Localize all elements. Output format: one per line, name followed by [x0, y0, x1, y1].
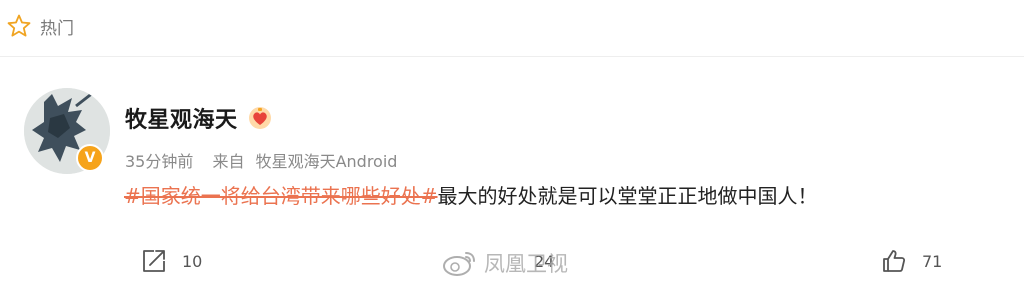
post-text: 最大的好处就是可以堂堂正正地做中国人！ — [437, 184, 818, 208]
hot-label: 热门 — [40, 18, 74, 39]
comment-button[interactable]: 24 — [520, 244, 554, 278]
repost-count: 10 — [182, 251, 203, 271]
verified-badge: V — [76, 144, 104, 172]
repost-button[interactable]: 10 — [140, 244, 202, 278]
source-name: 牧星观海天Android — [255, 152, 398, 171]
divider — [0, 56, 1024, 57]
action-bar: 10 24 71 — [0, 244, 1024, 278]
thumbs-up-icon — [880, 247, 908, 275]
share-icon — [140, 247, 168, 275]
post-meta: 35分钟前 来自 牧星观海天Android — [125, 148, 397, 172]
like-count: 71 — [922, 251, 943, 271]
comment-count: 24 — [534, 251, 555, 271]
avatar[interactable]: V — [24, 88, 110, 174]
username[interactable]: 牧星观海天 — [125, 102, 238, 134]
post-time[interactable]: 35分钟前 — [125, 152, 193, 171]
weibo-post-card: 热门 V 牧星观海天 35分钟前 来自 牧星观海天Android #国家统一将给… — [0, 0, 1024, 287]
source-label: 来自 — [212, 152, 245, 171]
like-button[interactable]: 71 — [880, 244, 942, 278]
star-icon — [6, 13, 32, 39]
vip-heart-icon[interactable] — [248, 106, 272, 130]
post-content: #国家统一将给台湾带来哪些好处#最大的好处就是可以堂堂正正地做中国人！ — [124, 180, 818, 209]
hot-tag[interactable]: 热门 — [6, 12, 74, 40]
username-row: 牧星观海天 — [125, 102, 272, 134]
hashtag-link[interactable]: #国家统一将给台湾带来哪些好处# — [124, 184, 438, 208]
